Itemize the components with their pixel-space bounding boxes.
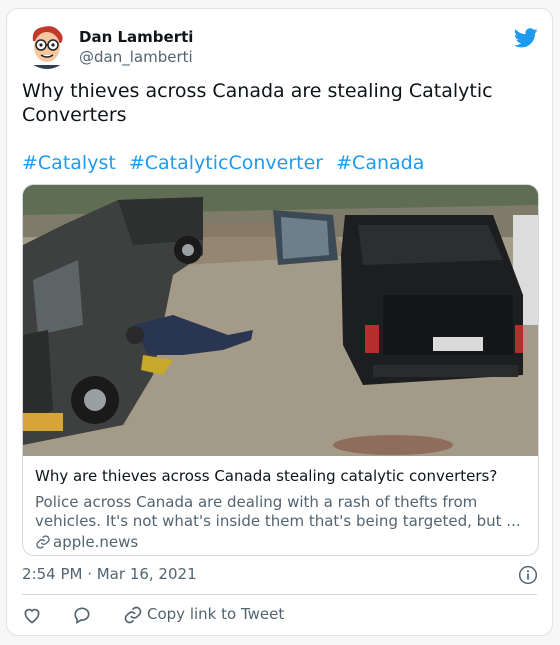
link-preview-card[interactable]: Why are thieves across Canada stealing c… bbox=[22, 184, 539, 556]
tweet-text: Why thieves across Canada are stealing C… bbox=[22, 80, 493, 126]
link-preview-domain: apple.news bbox=[35, 533, 138, 551]
divider bbox=[22, 594, 537, 595]
copy-link-button[interactable]: Copy link to Tweet bbox=[147, 605, 284, 623]
link-preview-image[interactable] bbox=[23, 185, 539, 456]
author-name[interactable]: Dan Lamberti bbox=[79, 28, 193, 46]
info-icon[interactable] bbox=[518, 565, 538, 585]
author-handle[interactable]: @dan_lamberti bbox=[79, 48, 193, 66]
link-preview-title[interactable]: Why are thieves across Canada stealing c… bbox=[35, 467, 497, 485]
hashtag-canada[interactable]: #Canada bbox=[336, 152, 424, 174]
link-preview-description: Police across Canada are dealing with a … bbox=[35, 493, 521, 530]
tweet-card[interactable]: Dan Lamberti @dan_lamberti Why thieves a… bbox=[6, 8, 553, 636]
reply-icon[interactable] bbox=[72, 605, 92, 625]
link-domain-text: apple.news bbox=[53, 533, 139, 551]
copy-link-icon[interactable] bbox=[123, 605, 143, 625]
avatar[interactable] bbox=[23, 21, 71, 69]
hashtag-catalytic-converter[interactable]: #CatalyticConverter bbox=[129, 152, 323, 174]
avatar-cartoon-icon bbox=[23, 21, 71, 69]
heart-icon[interactable] bbox=[22, 605, 42, 625]
twitter-bird-icon[interactable] bbox=[514, 26, 538, 50]
tweet-timestamp[interactable]: 2:54 PM · Mar 16, 2021 bbox=[22, 565, 197, 583]
hashtag-catalyst[interactable]: #Catalyst bbox=[22, 152, 116, 174]
hashtag-list: #Catalyst #CatalyticConverter #Canada bbox=[22, 151, 431, 175]
link-icon bbox=[36, 535, 50, 549]
